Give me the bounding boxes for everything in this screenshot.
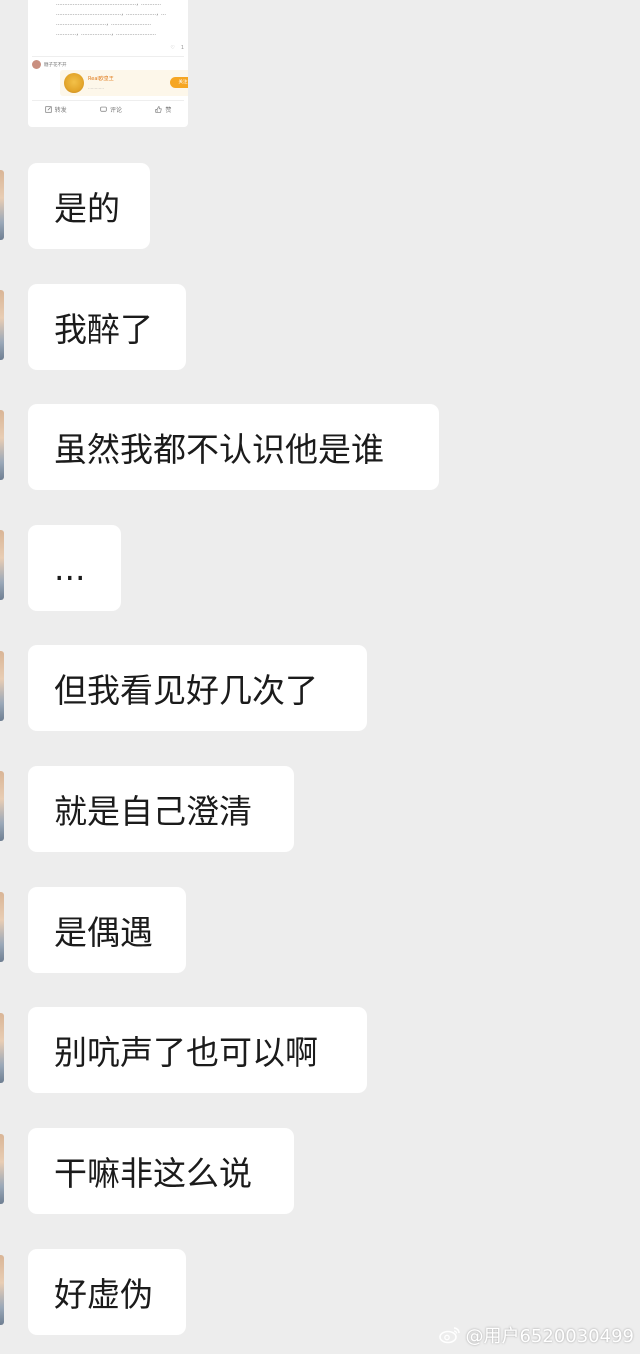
promo-subtitle: ………… (88, 85, 104, 90)
watermark: @用户6520030499 (439, 1322, 634, 1348)
promo-logo (64, 73, 84, 93)
message-bubble[interactable]: 是偶遇 (28, 887, 186, 973)
promo-follow-button[interactable]: 关注 (170, 77, 188, 88)
avatar (32, 60, 41, 69)
thumbs-up-icon (155, 106, 162, 113)
message-bubble[interactable]: 好虚伪 (28, 1249, 186, 1335)
comment-icon (100, 106, 107, 112)
post-text-line: …………………………………………，………… (56, 1, 162, 7)
avatar[interactable] (0, 530, 4, 600)
watermark-text: @用户6520030499 (465, 1326, 634, 1347)
post-text-line: …………………………………，………………，… (56, 11, 167, 17)
avatar[interactable] (0, 892, 4, 962)
like-label: 赞 (165, 107, 172, 114)
chat-screen: …………………………………………，………… …………………………………，…………… (0, 0, 640, 1354)
post-stats: ♡ 1 (170, 45, 184, 51)
avatar[interactable] (0, 1255, 4, 1325)
like-button[interactable]: 赞 (155, 105, 171, 114)
promo-banner[interactable]: Real欧皇王 ………… 关注 (60, 70, 188, 96)
post-actions: 转发 评论 赞 (28, 105, 188, 114)
divider (32, 56, 184, 57)
message-bubble[interactable]: 但我看见好几次了 (28, 645, 367, 731)
message-bubble[interactable]: 我醉了 (28, 284, 186, 370)
post-text-line: …………，………………，…………………… (56, 31, 157, 37)
avatar[interactable] (0, 410, 4, 480)
avatar[interactable] (0, 290, 4, 360)
avatar[interactable] (0, 1134, 4, 1204)
avatar[interactable] (0, 170, 4, 240)
repost-button[interactable]: 转发 (45, 105, 67, 114)
post-text-line: …………………………，…………………… (56, 21, 152, 27)
comment-label: 评论 (109, 107, 122, 114)
avatar[interactable] (0, 651, 4, 721)
avatar[interactable] (0, 771, 4, 841)
message-bubble[interactable]: 是的 (28, 163, 150, 249)
message-bubble[interactable]: 干嘛非这么说 (28, 1128, 294, 1214)
like-count: 1 (180, 45, 184, 51)
repost-icon (45, 106, 52, 113)
message-bubble[interactable]: 就是自己澄清 (28, 766, 294, 852)
message-bubble[interactable]: 别吭声了也可以啊 (28, 1007, 367, 1093)
shared-post-card[interactable]: …………………………………………，………… …………………………………，…………… (28, 0, 188, 127)
comment-row: 糖子花不开 (32, 60, 67, 69)
avatar[interactable] (0, 1013, 4, 1083)
weibo-logo-icon (439, 1327, 461, 1344)
promo-title: Real欧皇王 (88, 76, 114, 82)
divider (32, 100, 184, 101)
message-bubble[interactable]: 虽然我都不认识他是谁 (28, 404, 439, 490)
repost-label: 转发 (54, 107, 67, 114)
message-bubble[interactable]: ... (28, 525, 121, 611)
comment-user: 糖子花不开 (44, 62, 67, 68)
like-icon: ♡ (170, 45, 175, 51)
comment-button[interactable]: 评论 (100, 105, 122, 114)
